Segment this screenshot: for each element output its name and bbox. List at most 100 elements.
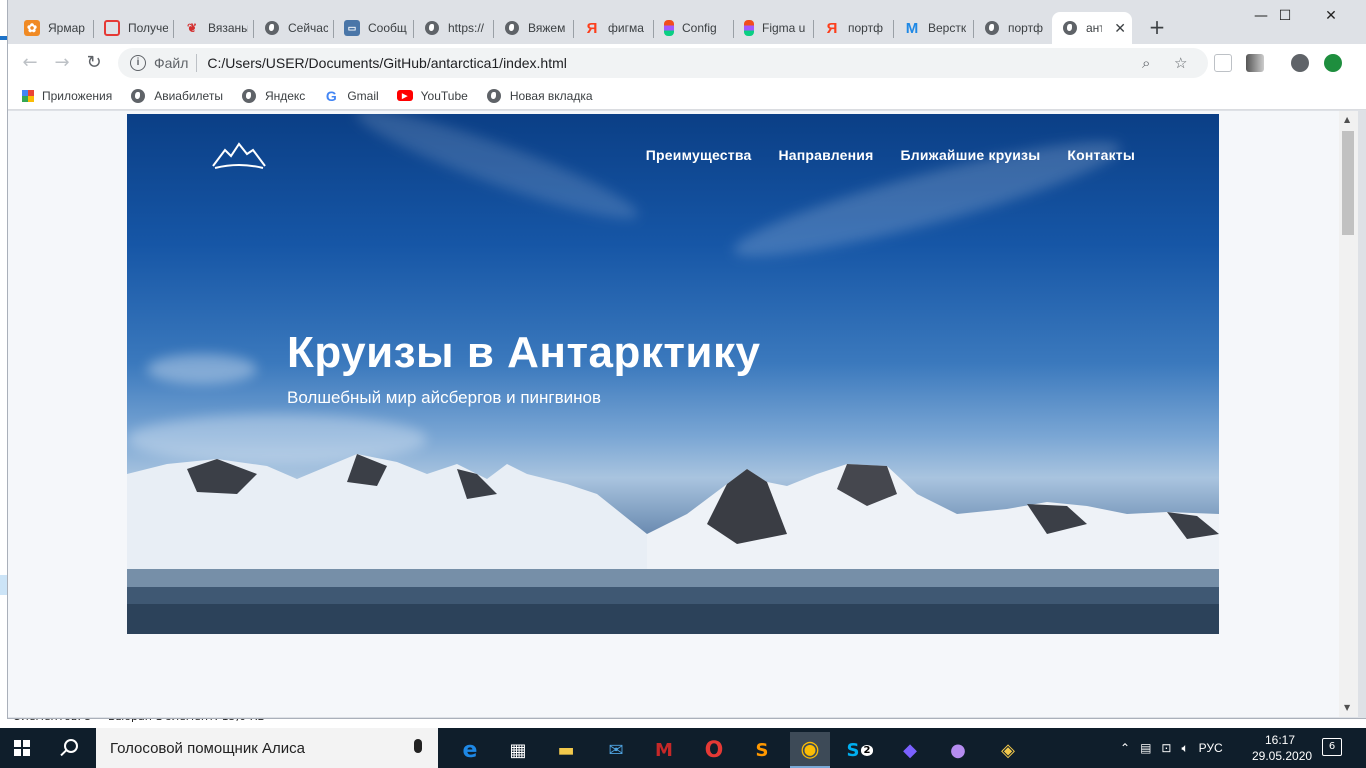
globe-icon	[241, 88, 257, 104]
windows-start-icon[interactable]	[14, 740, 30, 756]
store-icon[interactable]: ▦	[498, 732, 538, 768]
chat-icon: ▭	[344, 20, 360, 36]
nav-link-advantages[interactable]: Преимущества	[646, 147, 752, 163]
tab-4[interactable]: ▭ Сообщ	[334, 12, 414, 44]
zoom-icon[interactable]: ⌕	[1142, 54, 1150, 72]
bookmark-new-tab[interactable]: Новая вкладка	[486, 88, 593, 104]
tab-title: портф	[1008, 21, 1043, 35]
sublime-text-icon[interactable]: S	[742, 732, 782, 768]
globe-icon	[1062, 20, 1078, 36]
tab-title: Ярмар	[48, 21, 85, 35]
tab-close-icon[interactable]: ✕	[1114, 20, 1126, 37]
scroll-thumb[interactable]	[1342, 131, 1354, 235]
microphone-icon[interactable]	[414, 739, 422, 753]
network-icon[interactable]: ▤	[1140, 741, 1151, 755]
scroll-up-icon[interactable]: ▲	[1344, 115, 1350, 124]
clock[interactable]: 16:17 29.05.2020	[1252, 732, 1312, 764]
tab-title: Figma u	[762, 21, 806, 35]
bookmark-youtube[interactable]: ▶ YouTube	[396, 88, 468, 103]
chevron-up-icon[interactable]: ⌃	[1120, 741, 1130, 755]
hero-section: Преимущества Направления Ближайшие круиз…	[127, 114, 1219, 634]
bookmark-label: YouTube	[420, 88, 468, 103]
tab-title: https://	[448, 21, 485, 35]
bookmark-star-icon[interactable]: ☆	[1174, 54, 1187, 72]
yandex-icon: Я	[826, 19, 838, 37]
tab-0[interactable]: ✿ Ярмар	[14, 12, 94, 44]
profile-avatar-icon[interactable]	[1291, 54, 1309, 72]
drop-app-icon[interactable]: ◆	[890, 732, 930, 768]
tab-9[interactable]: Figma u	[734, 12, 814, 44]
chrome-window: ✿ Ярмар Получе ❦ Вязаны Сейчас ▭ Сообщ http…	[8, 0, 1366, 718]
notifications-icon[interactable]: 6	[1322, 738, 1342, 756]
cat-app-icon[interactable]: ●	[938, 732, 978, 768]
bookmark-label: Авиабилеты	[154, 88, 223, 103]
butterfly-icon: ❦	[186, 21, 198, 35]
nav-link-destinations[interactable]: Направления	[778, 147, 873, 163]
info-icon[interactable]: i	[130, 55, 146, 71]
system-tray: ⌃ ▤ ⊡ 🔈︎ РУС	[1120, 728, 1223, 768]
update-arrow-icon[interactable]	[1324, 54, 1342, 72]
hero-subtitle: Волшебный мир айсбергов и пингвинов	[287, 388, 602, 407]
maximize-button[interactable]: ☐	[1262, 8, 1308, 28]
back-button[interactable]: ←	[18, 52, 42, 76]
extension-icon[interactable]	[1214, 54, 1232, 72]
search-placeholder: Голосовой помощник Алиса	[110, 739, 305, 757]
tab-title: Вязаны	[208, 21, 248, 35]
nav-link-contacts[interactable]: Контакты	[1067, 147, 1135, 163]
tab-7[interactable]: Яфигма	[574, 12, 654, 44]
tab-12[interactable]: портф	[974, 12, 1054, 44]
opera-icon[interactable]: O	[694, 732, 734, 768]
search-icon[interactable]	[64, 739, 78, 753]
scroll-down-icon[interactable]: ▼	[1344, 703, 1350, 712]
mail-icon[interactable]: ✉	[596, 732, 636, 768]
tab-title: Config	[682, 21, 717, 35]
chrome-icon[interactable]: ◉	[790, 732, 830, 768]
mountain-logo-icon[interactable]	[211, 140, 267, 175]
page-viewport: Преимущества Направления Ближайшие круиз…	[8, 111, 1339, 717]
tab-title: ант	[1086, 21, 1103, 35]
tab-8[interactable]: Config	[654, 12, 734, 44]
forward-button[interactable]: →	[50, 52, 74, 76]
globe-icon	[984, 20, 1000, 36]
globe-icon	[424, 20, 440, 36]
skype-icon[interactable]: S2	[840, 732, 880, 768]
mcafee-icon[interactable]: M	[644, 732, 684, 768]
m-icon: M	[905, 19, 919, 37]
tab-5[interactable]: https://	[414, 12, 494, 44]
edge-icon[interactable]: e	[450, 732, 490, 768]
tab-1[interactable]: Получе	[94, 12, 174, 44]
bookmark-apps[interactable]: Приложения	[22, 89, 112, 103]
taskbar-search-box[interactable]: Голосовой помощник Алиса	[96, 728, 438, 768]
tab-title: Вяжем	[528, 21, 566, 35]
tab-2[interactable]: ❦ Вязаны	[174, 12, 254, 44]
url-text[interactable]: C:/Users/USER/Documents/GitHub/antarctic…	[207, 55, 566, 71]
bookmark-yandex[interactable]: Яндекс	[241, 88, 305, 104]
tab-title: Сообщ	[368, 21, 407, 35]
bookmark-label: Новая вкладка	[509, 88, 593, 103]
tab-11[interactable]: M Верстк	[894, 12, 974, 44]
bookmark-label: Приложения	[42, 88, 113, 103]
bookmark-aviabilety[interactable]: Авиабилеты	[130, 88, 223, 104]
tab-active[interactable]: ант ✕	[1052, 12, 1132, 44]
address-bar[interactable]: i Файл C:/Users/USER/Documents/GitHub/an…	[118, 48, 1208, 78]
tab-strip: ✿ Ярмар Получе ❦ Вязаны Сейчас ▭ Сообщ http…	[8, 0, 1366, 44]
tab-title: портф	[848, 21, 883, 35]
site-nav: Преимущества Направления Ближайшие круиз…	[646, 147, 1135, 163]
windows-taskbar: Голосовой помощник Алиса e ▦ ▬ ✉ M O S ◉…	[0, 728, 1366, 768]
bookmark-gmail[interactable]: G Gmail	[323, 88, 379, 104]
tab-3[interactable]: Сейчас	[254, 12, 334, 44]
language-indicator[interactable]: РУС	[1199, 741, 1223, 755]
tab-10[interactable]: Япортф	[814, 12, 894, 44]
reload-button[interactable]: ↻	[82, 52, 106, 76]
close-window-button[interactable]: ✕	[1308, 8, 1354, 28]
page-scrollbar[interactable]: ▲ ▼	[1339, 111, 1358, 717]
file-explorer-icon[interactable]: ▬	[546, 732, 586, 768]
globe-icon	[264, 20, 280, 36]
shield-app-icon[interactable]: ◈	[988, 732, 1028, 768]
wifi-icon[interactable]: ⊡	[1161, 741, 1171, 755]
new-tab-button[interactable]: +	[1145, 16, 1169, 40]
volume-icon[interactable]: 🔈︎	[1181, 741, 1188, 756]
extension-icon[interactable]	[1246, 54, 1264, 72]
tab-6[interactable]: Вяжем	[494, 12, 574, 44]
nav-link-upcoming-cruises[interactable]: Ближайшие круизы	[900, 147, 1040, 163]
